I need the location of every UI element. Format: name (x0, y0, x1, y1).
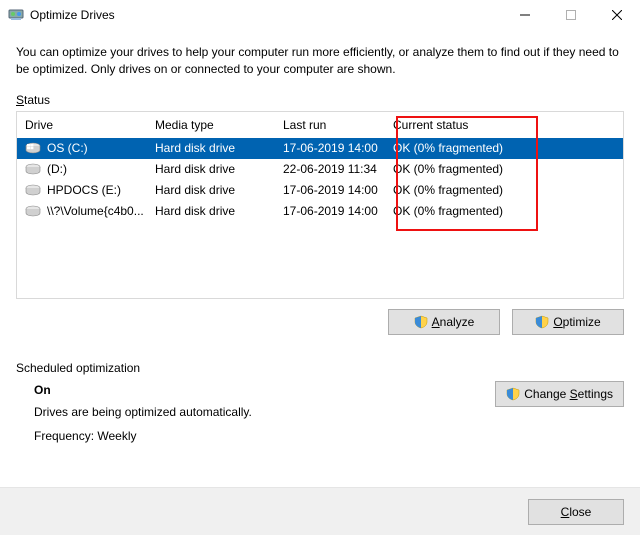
drive-status: OK (0% fragmented) (393, 141, 615, 155)
drive-lastrun: 17-06-2019 14:00 (283, 183, 393, 197)
col-header-status[interactable]: Current status (393, 118, 615, 132)
schedule-frequency: Frequency: Weekly (34, 429, 624, 443)
drive-status: OK (0% fragmented) (393, 162, 615, 176)
change-settings-button[interactable]: Change Settings (495, 381, 624, 407)
scheduled-heading: Scheduled optimization (16, 361, 624, 375)
close-window-button[interactable] (594, 0, 640, 30)
hdd-icon (25, 184, 41, 196)
drive-media: Hard disk drive (155, 141, 283, 155)
drive-media: Hard disk drive (155, 183, 283, 197)
status-label: Status (16, 93, 624, 107)
drive-name: \\?\Volume{c4b0... (47, 204, 144, 218)
optimize-button[interactable]: Optimize (512, 309, 624, 335)
shield-icon (506, 387, 520, 401)
drive-lastrun: 17-06-2019 14:00 (283, 141, 393, 155)
drive-row[interactable]: OS (C:) Hard disk drive17-06-2019 14:00OK… (17, 138, 623, 159)
shield-icon (414, 315, 428, 329)
drive-row[interactable]: HPDOCS (E:) Hard disk drive17-06-2019 14:… (17, 180, 623, 201)
drive-name: (D:) (47, 162, 67, 176)
col-header-last[interactable]: Last run (283, 118, 393, 132)
drive-lastrun: 17-06-2019 14:00 (283, 204, 393, 218)
drive-row[interactable]: (D:) Hard disk drive22-06-2019 11:34OK (0… (17, 159, 623, 180)
minimize-button[interactable] (502, 0, 548, 30)
shield-icon (535, 315, 549, 329)
drive-list[interactable]: Drive Media type Last run Current status… (16, 111, 624, 299)
drive-media: Hard disk drive (155, 204, 283, 218)
windows-drive-icon (25, 142, 41, 154)
drive-status: OK (0% fragmented) (393, 204, 615, 218)
drive-row[interactable]: \\?\Volume{c4b0... Hard disk drive17-06-2… (17, 201, 623, 222)
bottom-bar: Close (0, 487, 640, 535)
schedule-desc: Drives are being optimized automatically… (34, 405, 624, 419)
drive-name: OS (C:) (47, 141, 88, 155)
analyze-button[interactable]: Analyze (388, 309, 500, 335)
title-bar: Optimize Drives (0, 0, 640, 30)
drive-media: Hard disk drive (155, 162, 283, 176)
maximize-button (548, 0, 594, 30)
drive-name: HPDOCS (E:) (47, 183, 121, 197)
hdd-icon (25, 163, 41, 175)
col-header-media[interactable]: Media type (155, 118, 283, 132)
drive-status: OK (0% fragmented) (393, 183, 615, 197)
intro-text: You can optimize your drives to help you… (16, 40, 624, 79)
close-button[interactable]: Close (528, 499, 624, 525)
list-header: Drive Media type Last run Current status (17, 112, 623, 138)
drive-lastrun: 22-06-2019 11:34 (283, 162, 393, 176)
col-header-drive[interactable]: Drive (25, 118, 155, 132)
hdd-icon (25, 205, 41, 217)
app-icon (8, 7, 24, 23)
window-title: Optimize Drives (30, 8, 115, 22)
